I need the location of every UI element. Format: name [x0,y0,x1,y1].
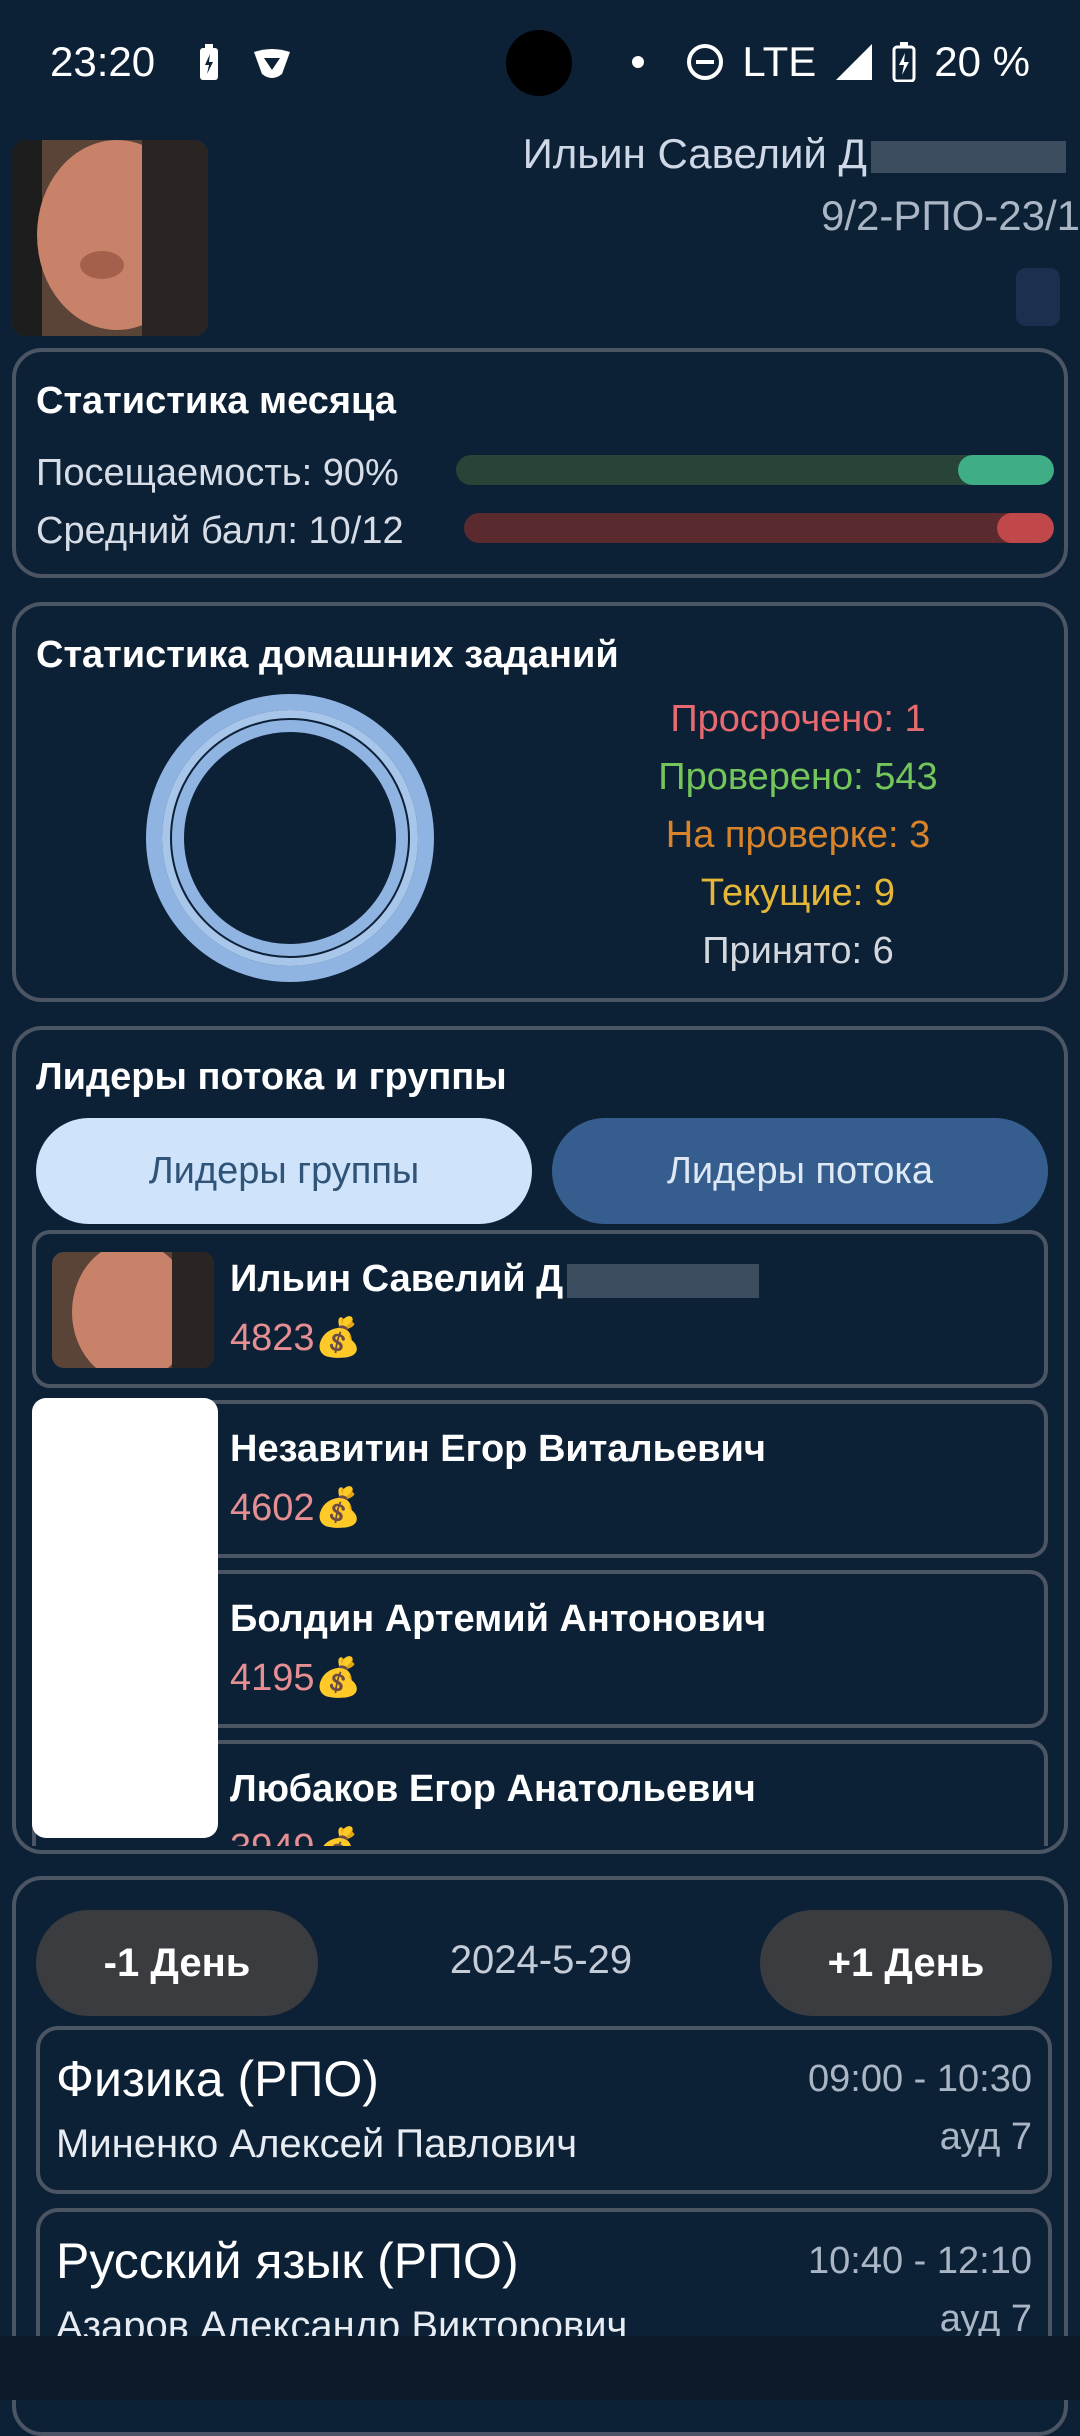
tab-stream-leaders[interactable]: Лидеры потока [552,1118,1048,1224]
profile-name: Ильин Савелий Д [523,130,1066,178]
hw-accepted: Принято: 6 [702,930,894,972]
attendance-bar-fill [958,455,1054,485]
prev-day-button[interactable]: -1 День [36,1910,318,2016]
homework-stats-card: Статистика домашних заданий Просрочено: … [12,602,1068,1002]
leader-score: 4195💰 [230,1657,362,1699]
leaders-title: Лидеры потока и группы [36,1056,507,1098]
battery-saver-icon [200,44,218,80]
donut-mid-ring [162,710,418,966]
schedule-date: 2024-5-29 [449,1938,633,1982]
donut-outer-ring [146,694,434,982]
do-not-disturb-icon [687,44,724,80]
signal-icon [836,44,873,80]
leader-name: Болдин Артемий Антонович [230,1598,767,1640]
month-stats-card: Статистика месяца Посещаемость: 90% Сред… [12,348,1068,578]
lesson-card[interactable]: Физика (РПО) Миненко Алексей Павлович 09… [36,2026,1052,2194]
hw-on-review: На проверке: 3 [665,814,931,856]
leaders-list[interactable]: Ильин Савелий Д 4823💰 Незавитин Егор Вит… [12,1226,1068,1846]
average-label: Средний балл: 10/12 [36,510,404,552]
leader-score: 4602💰 [230,1487,362,1529]
redaction [567,1263,760,1298]
lesson-time: 09:00 - 10:30 [808,2058,1032,2100]
money-bag-icon: 💰 [315,1827,362,1846]
month-stats-title: Статистика месяца [36,380,396,422]
redaction-block [32,1398,218,1838]
attendance-label: Посещаемость: 90% [36,452,399,494]
lesson-subject: Физика (РПО) [56,2051,379,2107]
homework-stats-title: Статистика домашних заданий [36,634,619,676]
status-right: LTE 20 % [632,38,1030,86]
homework-donut-chart [146,694,434,982]
leader-name: Любаков Егор Анатольевич [230,1768,756,1810]
next-day-button[interactable]: +1 День [760,1910,1052,2016]
profile-avatar[interactable] [12,140,208,336]
lesson-teacher: Миненко Алексей Павлович [56,2122,578,2166]
attendance-bar [456,455,1054,485]
money-bag-icon: 💰 [314,1487,362,1529]
average-bar [464,513,1054,543]
status-time: 23:20 [50,38,156,85]
leader-avatar [52,1252,214,1368]
leader-name: Незавитин Егор Витальевич [230,1428,766,1470]
battery-icon [892,42,916,82]
lesson-time: 10:40 - 12:10 [808,2240,1032,2282]
donut-inner-ring [172,720,408,956]
network-type: LTE [742,38,817,85]
notification-dot-icon [632,56,645,68]
hw-checked: Проверено: 543 [658,756,938,798]
lesson-room: ауд 7 [939,2298,1032,2340]
money-bag-icon: 💰 [314,1657,362,1699]
battery-percent: 20 % [934,38,1030,85]
average-bar-fill [996,513,1054,543]
profile-group: 9/2-РПО-23/1 [821,192,1080,239]
status-bar: 23:20 LTE 20 % [0,0,1080,130]
tab-group-leaders[interactable]: Лидеры группы [36,1118,532,1224]
front-camera [506,30,572,96]
leader-name: Ильин Савелий Д [230,1258,760,1301]
bottom-edge [0,2336,1080,2400]
hw-overdue: Просрочено: 1 [670,698,926,740]
lesson-subject: Русский язык (РПО) [56,2233,519,2289]
leader-score: 3949💰 [230,1826,362,1846]
avatar-photo [12,140,208,336]
lesson-room: ауд 7 [939,2116,1032,2158]
redaction [871,140,1066,173]
shield-app-icon [254,49,290,78]
money-bag-icon: 💰 [314,1317,362,1359]
side-handle[interactable] [1016,268,1060,326]
hw-current: Текущие: 9 [700,872,896,914]
list-item[interactable]: Ильин Савелий Д 4823💰 [32,1230,1048,1388]
leader-score: 4823💰 [230,1317,362,1359]
